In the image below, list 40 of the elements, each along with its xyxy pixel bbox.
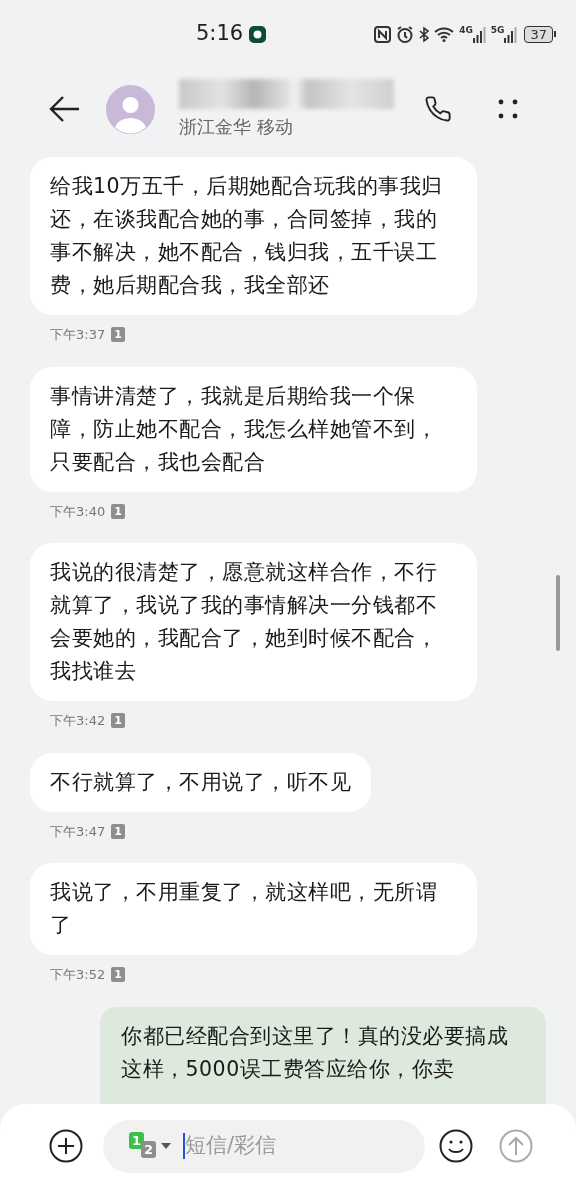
signal-icon: [472, 26, 486, 43]
message-input[interactable]: 1 2 短信/彩信: [103, 1119, 425, 1173]
sim-badge: 1: [111, 967, 125, 983]
send-icon: [499, 1129, 533, 1163]
nfc-icon: [374, 25, 392, 43]
battery-indicator: 37: [524, 25, 553, 43]
message-time: 下午3:42: [50, 712, 106, 730]
message-time: 下午3:47: [50, 822, 106, 841]
app-icon: [249, 25, 267, 43]
message-bubble: 事情讲清楚了，我就是后期给我一个保障，防止她不配合，我怎么样她管不到，只要配合，我也会配合: [30, 366, 477, 492]
status-time: 5:16: [196, 20, 244, 48]
message-bubble: 我说的很清楚了，愿意就这样合作，不行就算了，我说了我的事情解决一分钱都不会要她的，我配合了，她到时候不配合，我找谁去: [30, 543, 477, 701]
sim-badge: 1: [111, 713, 125, 729]
message-bubble: 不行就算了，不用说了，听不见: [30, 752, 371, 812]
more-icon: [497, 98, 519, 120]
network-label: 5G: [490, 25, 505, 35]
message-time: 下午3:40: [50, 502, 106, 521]
add-button[interactable]: [48, 1128, 84, 1164]
phone-icon: [424, 95, 452, 123]
emoji-button[interactable]: [438, 1128, 474, 1164]
avatar-icon: [106, 84, 155, 134]
message-bubble: 给我10万五千，后期她配合玩我的事我归还，在谈我配合她的事，合同签掉，我的事不解决，她不配合，钱归我，五千误工费，她后期配合我，我全部还: [30, 157, 477, 315]
smiley-icon: [439, 1129, 473, 1163]
input-placeholder: 短信/彩信: [185, 1132, 277, 1160]
sim-badge: 1: [111, 823, 125, 839]
back-icon: [49, 95, 81, 123]
message-bubble: 我说了，不用重复了，就这样吧，无所谓了: [30, 863, 477, 955]
wifi-icon: [434, 26, 455, 42]
plus-icon: [49, 1129, 83, 1163]
dropdown-icon: [161, 1143, 171, 1149]
contact-location: 浙江金华 移动: [179, 114, 294, 139]
network-label: 4G: [459, 25, 473, 35]
alarm-icon: [396, 25, 415, 43]
sim-badge: 1: [111, 503, 125, 519]
bluetooth-icon: [419, 25, 430, 43]
sim-secondary-badge: 2: [141, 1141, 157, 1158]
message-time: 下午3:52: [50, 966, 106, 984]
message-time: 下午3:37: [50, 326, 106, 344]
signal-icon: [504, 26, 518, 43]
sim-badge: 1: [111, 327, 125, 343]
